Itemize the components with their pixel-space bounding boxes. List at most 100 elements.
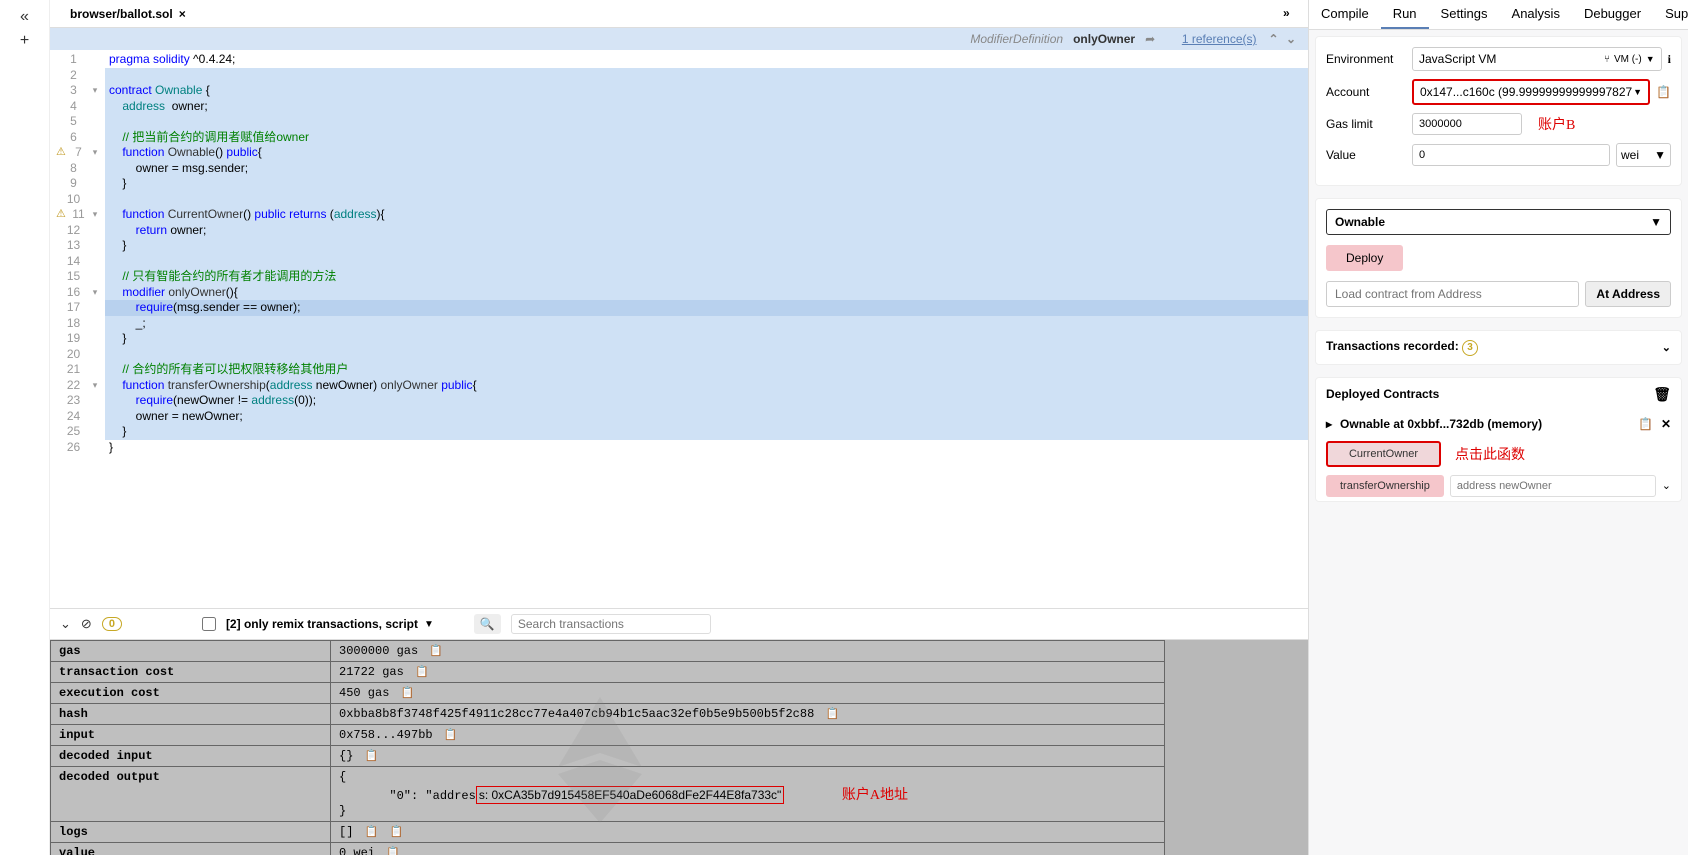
code-line[interactable]: owner = newOwner;: [105, 409, 1308, 425]
chevron-down-icon: ▼: [1650, 215, 1662, 229]
ref-next-icon[interactable]: ⌄: [1284, 32, 1298, 46]
gutter-line: 20: [50, 347, 99, 363]
console-clear-icon[interactable]: ⊘: [81, 616, 92, 632]
value-unit-select[interactable]: wei ▼: [1616, 143, 1671, 167]
code-line[interactable]: [105, 192, 1308, 208]
code-line[interactable]: _;: [105, 316, 1308, 332]
search-input[interactable]: [518, 617, 704, 631]
close-tab-icon[interactable]: ×: [179, 7, 186, 21]
code-editor[interactable]: 123▾456⚠7▾8910⚠11▾1213141516▾17181920212…: [50, 50, 1308, 608]
gutter-line: 1: [50, 52, 99, 68]
copy-instance-icon[interactable]: 📋: [1638, 417, 1653, 431]
code-line[interactable]: [105, 68, 1308, 84]
copy-icon[interactable]: 📋: [825, 708, 839, 720]
panel-tab-settings[interactable]: Settings: [1429, 0, 1500, 29]
code-line[interactable]: }: [105, 176, 1308, 192]
code-line[interactable]: address owner;: [105, 99, 1308, 115]
tx-key: value: [51, 843, 331, 855]
code-line[interactable]: }: [105, 440, 1308, 456]
account-select[interactable]: 0x147...c160c (99.99999999999997827 ▼: [1412, 79, 1650, 105]
search-transactions[interactable]: [511, 614, 711, 634]
clear-instances-icon[interactable]: 🗑: [1653, 386, 1671, 403]
value-input[interactable]: [1412, 144, 1610, 166]
deploy-button[interactable]: Deploy: [1326, 245, 1403, 271]
copy-icon[interactable]: 📋: [444, 729, 458, 741]
filter-label: [2] only remix transactions, script: [226, 617, 418, 631]
deployed-contracts-section: Deployed Contracts 🗑 ▸ Ownable at 0xbbf.…: [1315, 377, 1682, 502]
code-line[interactable]: // 合约的所有者可以把权限转移给其他用户: [105, 362, 1308, 378]
gas-limit-input[interactable]: [1412, 113, 1522, 135]
copy-icon[interactable]: 📋: [390, 826, 404, 838]
expand-instance-icon[interactable]: ▸: [1326, 417, 1332, 431]
code-line[interactable]: }: [105, 331, 1308, 347]
ref-prev-icon[interactable]: ⌃: [1267, 32, 1281, 46]
transfer-ownership-input[interactable]: [1450, 475, 1656, 497]
pending-badge: 0: [102, 617, 122, 631]
code-line[interactable]: function Ownable() public{: [105, 145, 1308, 161]
panel-tab-support[interactable]: Support: [1653, 0, 1688, 29]
filter-dropdown[interactable]: [2] only remix transactions, script ▼: [226, 617, 434, 631]
tx-count-badge: 3: [1462, 340, 1478, 356]
expand-tx-icon[interactable]: ⌄: [1662, 341, 1671, 354]
info-icon[interactable]: i: [1668, 52, 1671, 67]
panel-collapse-icon[interactable]: »: [1283, 6, 1290, 20]
tx-row: transaction cost21722 gas 📋: [51, 662, 1165, 683]
add-file-icon[interactable]: +: [20, 32, 29, 50]
close-instance-icon[interactable]: ✕: [1661, 417, 1671, 431]
copy-icon[interactable]: 📋: [365, 826, 379, 838]
transfer-ownership-button[interactable]: transferOwnership: [1326, 475, 1444, 497]
copy-icon[interactable]: 📋: [365, 750, 379, 762]
code-line[interactable]: contract Ownable {: [105, 83, 1308, 99]
gutter-line: 5: [50, 114, 99, 130]
fork-icon: ⑂: [1604, 54, 1610, 65]
panel-tab-debugger[interactable]: Debugger: [1572, 0, 1653, 29]
tx-value: 0xbba8b8f3748f425f4911c28cc77e4a407cb94b…: [331, 704, 1165, 725]
code-line[interactable]: modifier onlyOwner(){: [105, 285, 1308, 301]
goto-icon[interactable]: ➦: [1145, 32, 1155, 46]
code-line[interactable]: // 把当前合约的调用者赋值给owner: [105, 130, 1308, 146]
contract-instance-row[interactable]: ▸ Ownable at 0xbbf...732db (memory) 📋 ✕: [1316, 411, 1681, 437]
gutter-line: 13: [50, 238, 99, 254]
copy-icon[interactable]: 📋: [429, 645, 443, 657]
at-address-button[interactable]: At Address: [1585, 281, 1671, 307]
console-output[interactable]: gas3000000 gas 📋transaction cost21722 ga…: [50, 640, 1308, 855]
code-line[interactable]: }: [105, 238, 1308, 254]
code-line[interactable]: require(msg.sender == owner);: [105, 300, 1308, 316]
chevron-down-icon: ▼: [1633, 87, 1642, 97]
tx-key: decoded input: [51, 746, 331, 767]
tx-value: {} 📋: [331, 746, 1165, 767]
current-owner-button[interactable]: CurrentOwner: [1326, 441, 1441, 467]
load-address-input[interactable]: [1326, 281, 1579, 307]
tx-key: decoded output: [51, 767, 331, 822]
code-line[interactable]: [105, 254, 1308, 270]
copy-account-icon[interactable]: 📋: [1656, 85, 1671, 99]
gutter-line: 3▾: [50, 83, 99, 99]
code-line[interactable]: [105, 347, 1308, 363]
file-tab[interactable]: browser/ballot.sol ×: [58, 3, 198, 25]
references-link[interactable]: 1 reference(s): [1182, 32, 1257, 46]
console-toggle-icon[interactable]: ⌄: [60, 616, 71, 632]
copy-icon[interactable]: 📋: [401, 687, 415, 699]
code-line[interactable]: require(newOwner != address(0));: [105, 393, 1308, 409]
contract-name: Ownable: [1335, 215, 1385, 229]
search-icon[interactable]: 🔍: [474, 614, 501, 634]
code-line[interactable]: owner = msg.sender;: [105, 161, 1308, 177]
contract-select[interactable]: Ownable ▼: [1326, 209, 1671, 235]
panel-tab-analysis[interactable]: Analysis: [1500, 0, 1572, 29]
filter-checkbox[interactable]: [202, 617, 216, 631]
gutter-line: 15: [50, 269, 99, 285]
code-line[interactable]: pragma solidity ^0.4.24;: [105, 52, 1308, 68]
copy-icon[interactable]: 📋: [386, 847, 400, 855]
panel-tab-compile[interactable]: Compile: [1309, 0, 1381, 29]
code-line[interactable]: [105, 114, 1308, 130]
panel-collapse-icon[interactable]: «: [20, 8, 29, 26]
code-line[interactable]: return owner;: [105, 223, 1308, 239]
panel-tab-run[interactable]: Run: [1381, 0, 1429, 29]
code-line[interactable]: }: [105, 424, 1308, 440]
code-line[interactable]: function CurrentOwner() public returns (…: [105, 207, 1308, 223]
copy-icon[interactable]: 📋: [415, 666, 429, 678]
code-line[interactable]: function transferOwnership(address newOw…: [105, 378, 1308, 394]
code-line[interactable]: // 只有智能合约的所有者才能调用的方法: [105, 269, 1308, 285]
expand-args-icon[interactable]: ⌄: [1662, 479, 1671, 492]
environment-select[interactable]: JavaScript VM ⑂ VM (-) ▼: [1412, 47, 1662, 71]
